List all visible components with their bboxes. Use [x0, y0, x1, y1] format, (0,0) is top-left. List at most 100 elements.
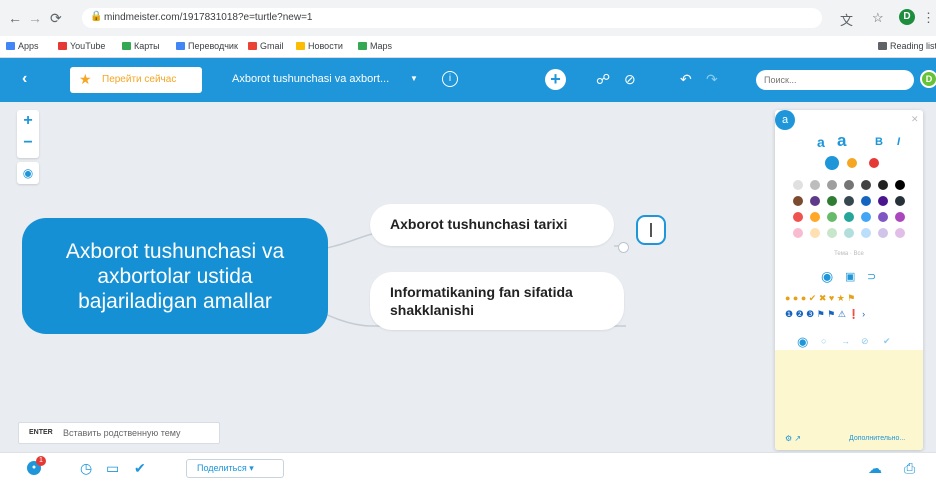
- palette-label: Тема · Все: [834, 251, 864, 257]
- text-cursor: [650, 223, 652, 237]
- color-swatch[interactable]: [810, 196, 820, 206]
- color-swatch[interactable]: [895, 228, 905, 238]
- connect-icon[interactable]: ☍: [596, 71, 610, 88]
- text-style-large-button[interactable]: a: [837, 131, 846, 151]
- redo-icon[interactable]: ↷: [706, 71, 718, 88]
- boundary-icon[interactable]: ○: [821, 336, 826, 346]
- root-topic[interactable]: Axborot tushunchasi va axbortolar ustida…: [22, 218, 328, 334]
- arrow-icon[interactable]: →: [841, 336, 850, 346]
- mindmap-canvas[interactable]: + − ◉ Axborot tushunchasi va axbortolar …: [0, 102, 936, 452]
- color-swatch[interactable]: [844, 196, 854, 206]
- history-icon[interactable]: ◷: [80, 460, 92, 477]
- reading-list[interactable]: Reading list: [878, 41, 936, 51]
- browser-menu-icon[interactable]: ⋮: [922, 10, 935, 26]
- bold-button[interactable]: B: [875, 136, 883, 148]
- color-swatch[interactable]: [793, 212, 803, 222]
- bottom-bar: ● 1 ◷ ▭ ✔ Поделиться ▾ ☁ ⎙: [0, 452, 936, 482]
- map-title[interactable]: Axborot tushunchasi va axbort...: [232, 73, 389, 85]
- forward-arrow-icon[interactable]: →: [28, 10, 42, 26]
- emoji-icon[interactable]: ◉: [821, 268, 833, 285]
- advanced-link[interactable]: Дополнительно...: [849, 435, 905, 442]
- back-arrow-icon[interactable]: ←: [8, 10, 22, 26]
- bookmark-apps[interactable]: Apps: [6, 41, 39, 51]
- color-swatch[interactable]: [827, 180, 837, 190]
- color-swatch[interactable]: [861, 212, 871, 222]
- color-swatch[interactable]: [793, 228, 803, 238]
- app-toolbar: ‹ ★ Перейти сейчас Axborot tushunchasi v…: [0, 58, 936, 102]
- print-icon[interactable]: ⎙: [904, 460, 915, 477]
- bookmark-news[interactable]: Новости: [296, 41, 343, 51]
- bookmark-maps[interactable]: Maps: [358, 41, 392, 51]
- child-topic-2[interactable]: Informatikaning fan sifatida shakklanish…: [370, 272, 624, 330]
- priority-icons-row[interactable]: ❶ ❷ ❸ ⚑ ⚑ ⚠ ❗ ›: [785, 309, 865, 320]
- color-swatch[interactable]: [844, 228, 854, 238]
- close-icon[interactable]: ✕: [911, 114, 919, 125]
- image-icon[interactable]: ▣: [845, 270, 855, 283]
- youtube-icon: [58, 42, 67, 50]
- add-topic-button[interactable]: +: [545, 69, 566, 90]
- text-style-medium-button[interactable]: a: [817, 134, 825, 150]
- color-swatch[interactable]: [827, 228, 837, 238]
- italic-button[interactable]: I: [897, 136, 900, 148]
- translate-icon[interactable]: 文: [840, 10, 853, 29]
- color-swatch[interactable]: [827, 212, 837, 222]
- color-swatch[interactable]: [825, 156, 839, 170]
- share-button[interactable]: Поделиться ▾: [186, 459, 284, 478]
- color-swatch[interactable]: [844, 180, 854, 190]
- color-swatch[interactable]: [810, 180, 820, 190]
- back-chevron-icon[interactable]: ‹: [22, 70, 27, 88]
- color-swatch[interactable]: [793, 196, 803, 206]
- link-icon[interactable]: ⊃: [867, 270, 876, 283]
- browser-address-bar: ← → ⟳ 🔒 mindmeister.com/1917831018?e=tur…: [0, 0, 936, 36]
- search-input[interactable]: [756, 70, 914, 90]
- bookmark-youtube[interactable]: YouTube: [58, 41, 105, 51]
- color-swatch[interactable]: [810, 212, 820, 222]
- color-swatch[interactable]: [878, 180, 888, 190]
- caret-down-icon[interactable]: ▼: [410, 74, 418, 83]
- child-topic-1[interactable]: Axborot tushunchasi tarixi: [370, 204, 614, 246]
- undo-icon[interactable]: ↶: [680, 71, 692, 88]
- download-cloud-icon[interactable]: ☁: [868, 460, 882, 477]
- color-swatch[interactable]: [847, 158, 857, 168]
- bookmark-maps-ru[interactable]: Карты: [122, 41, 160, 51]
- color-swatch[interactable]: [878, 196, 888, 206]
- color-swatch[interactable]: [861, 196, 871, 206]
- smile-icons-row[interactable]: ● ● ● ✔ ✖ ♥ ★ ⚑: [785, 293, 855, 304]
- style-panel: ✕ a a a B I Тема · Все ◉ ▣ ⊃ ● ● ● ✔ ✖ ♥…: [775, 110, 923, 450]
- reload-icon[interactable]: ⟳: [50, 10, 62, 27]
- text-style-small-button[interactable]: a: [775, 110, 795, 130]
- maps-icon: [122, 42, 131, 50]
- task-check-icon[interactable]: ✔: [134, 460, 146, 477]
- bookmark-translate[interactable]: Переводчик: [176, 41, 238, 51]
- color-swatch[interactable]: [861, 180, 871, 190]
- bookmarks-bar: Apps YouTube Карты Переводчик Gmail Ново…: [0, 36, 936, 58]
- bookmark-gmail[interactable]: Gmail: [248, 41, 284, 51]
- presentation-icon[interactable]: ▭: [106, 460, 119, 477]
- color-swatch[interactable]: [810, 228, 820, 238]
- color-swatch[interactable]: [895, 196, 905, 206]
- shape-icon[interactable]: ◉: [797, 334, 808, 350]
- color-swatch[interactable]: [844, 212, 854, 222]
- hint-text: Вставить родственную тему: [63, 428, 181, 438]
- new-topic-input[interactable]: [636, 215, 666, 245]
- upgrade-button[interactable]: ★ Перейти сейчас: [70, 67, 202, 93]
- star-icon: ★: [79, 71, 92, 87]
- info-icon[interactable]: i: [442, 71, 458, 87]
- color-swatch[interactable]: [878, 228, 888, 238]
- attach-icon[interactable]: ⊘: [861, 336, 869, 347]
- url-field[interactable]: 🔒 mindmeister.com/1917831018?e=turtle?ne…: [82, 8, 822, 28]
- color-swatch[interactable]: [861, 228, 871, 238]
- no-entry-icon[interactable]: ⊘: [624, 71, 636, 88]
- color-swatch[interactable]: [895, 180, 905, 190]
- color-swatch[interactable]: [793, 180, 803, 190]
- color-swatch[interactable]: [869, 158, 879, 168]
- collapse-toggle[interactable]: [618, 242, 629, 253]
- color-swatch[interactable]: [895, 212, 905, 222]
- profile-avatar[interactable]: D: [899, 9, 915, 25]
- settings-icon[interactable]: ⚙ ↗: [785, 434, 801, 443]
- user-avatar[interactable]: D: [920, 70, 936, 88]
- color-swatch[interactable]: [827, 196, 837, 206]
- check-icon[interactable]: ✔: [883, 336, 891, 347]
- color-swatch[interactable]: [878, 212, 888, 222]
- bookmark-star-icon[interactable]: ☆: [872, 10, 884, 26]
